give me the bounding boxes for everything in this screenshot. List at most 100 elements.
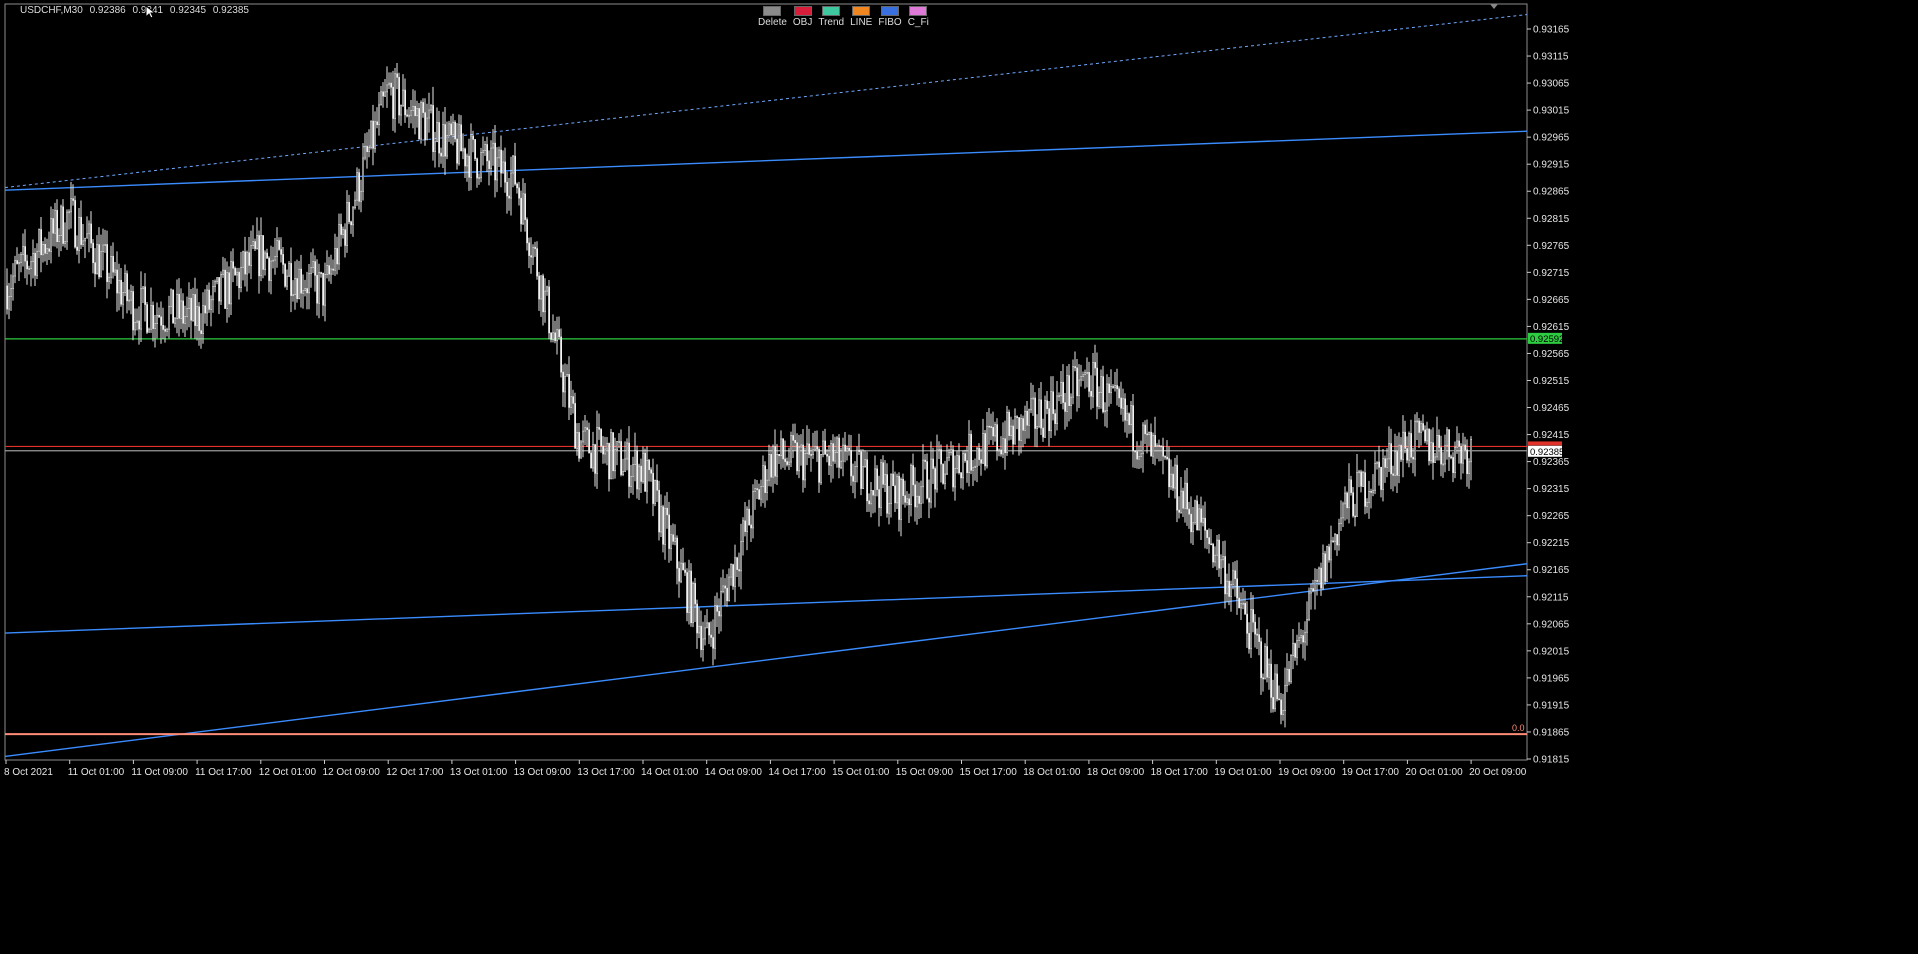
candle-body [1406, 448, 1409, 461]
delete-swatch-icon [763, 6, 782, 16]
candle-body [1054, 413, 1057, 424]
candle-body [1430, 442, 1433, 462]
candle-body [1220, 559, 1223, 569]
candle-body [100, 251, 103, 278]
line-button[interactable]: LINE [850, 6, 872, 28]
candle-body [564, 375, 567, 393]
candle-body [1052, 391, 1055, 414]
candle-body [282, 254, 285, 265]
candle-body [1434, 456, 1437, 463]
candle-body [144, 286, 147, 305]
candle-body [1174, 464, 1177, 489]
candle-body [552, 332, 555, 340]
candle-body [1090, 391, 1093, 397]
x-tick-label: 14 Oct 09:00 [705, 767, 763, 778]
candle-body [1184, 482, 1187, 509]
candle-body [468, 155, 471, 178]
candle-body [1028, 409, 1031, 426]
candle-body [390, 82, 393, 88]
candle-body [434, 141, 437, 152]
candle-body [108, 276, 111, 282]
candle-body [1424, 429, 1427, 442]
candle-body [254, 241, 257, 249]
candle-body [1096, 367, 1099, 407]
y-tick-label: 0.93015 [1533, 106, 1570, 117]
candle-body [1270, 663, 1273, 698]
candle-body [1010, 425, 1013, 436]
candle-body [152, 305, 155, 329]
candle-body [412, 105, 415, 111]
fibo-button[interactable]: FIBO [878, 6, 902, 28]
candle-body [524, 193, 527, 220]
candle-body [196, 306, 199, 326]
candle-body [814, 446, 817, 451]
candle-body [1122, 398, 1125, 409]
candle-body [502, 161, 505, 174]
candle-body [1062, 381, 1065, 403]
candle-body [1138, 456, 1141, 460]
candle-body [348, 202, 351, 223]
candle-body [1026, 410, 1029, 426]
c-fi-button[interactable]: C_Fi [908, 6, 929, 28]
candle-body [418, 108, 421, 140]
candle-body [1048, 408, 1051, 432]
candle-body [296, 278, 299, 299]
candle-body [856, 449, 859, 468]
candle-body [190, 297, 193, 321]
trend-button[interactable]: Trend [818, 6, 844, 28]
candle-body [60, 206, 63, 236]
candle-body [504, 161, 507, 183]
candle-body [530, 255, 533, 258]
candle-body [556, 329, 559, 342]
y-tick-label: 0.91965 [1533, 673, 1570, 684]
candle-body [46, 248, 49, 254]
candle-body [1438, 435, 1441, 448]
candle-body [868, 500, 871, 505]
candle-body [452, 121, 455, 136]
candle-body [1442, 463, 1445, 466]
candle-body [610, 432, 613, 480]
price-chart[interactable]: 0.93165 0.93115 0.93065 0.93015 0.92965 0.929… [0, 0, 1918, 954]
candle-body [1354, 515, 1357, 518]
x-tick-label: 18 Oct 01:00 [1023, 767, 1081, 778]
candle-body [582, 430, 585, 443]
candle-body [1086, 372, 1089, 374]
candle-body [198, 306, 201, 331]
candle-body [50, 218, 53, 252]
candle-body [388, 82, 391, 86]
y-tick-label: 0.92915 [1533, 160, 1570, 171]
candle-body [1214, 554, 1217, 563]
x-tick-label: 15 Oct 09:00 [896, 767, 954, 778]
candle-body [1196, 500, 1199, 531]
candle-body [1130, 405, 1133, 426]
candle-body [1446, 429, 1449, 447]
candle-body [1470, 439, 1473, 463]
candle-body [1014, 416, 1017, 445]
delete-button[interactable]: Delete [758, 6, 787, 28]
candle-body [444, 124, 447, 157]
candle-body [836, 437, 839, 453]
candle-body [336, 248, 339, 265]
y-tick-label: 0.92865 [1533, 187, 1570, 198]
candle-body [314, 261, 317, 276]
c-fi-swatch-icon [909, 6, 928, 16]
candle-body [748, 508, 751, 526]
candle-body [798, 446, 801, 472]
candle-body [454, 121, 457, 140]
candle-body [932, 458, 935, 469]
dashed-trend-line [4, 14, 1528, 189]
candle-body [1200, 508, 1203, 523]
candle-body [8, 296, 11, 310]
candle-body [1024, 410, 1027, 431]
obj-button[interactable]: OBJ [793, 6, 812, 28]
candle-body [732, 564, 735, 587]
candle-body [882, 462, 885, 485]
x-tick-label: 19 Oct 09:00 [1278, 767, 1336, 778]
candle-body [1286, 668, 1289, 686]
candle-body [1182, 490, 1185, 509]
candle-body [1202, 517, 1205, 523]
chart-window[interactable]: 0.93165 0.93115 0.93065 0.93015 0.92965 0.929… [0, 0, 1918, 954]
candle-body [818, 448, 821, 483]
candle-body [1080, 376, 1083, 381]
candle-body [580, 441, 583, 459]
